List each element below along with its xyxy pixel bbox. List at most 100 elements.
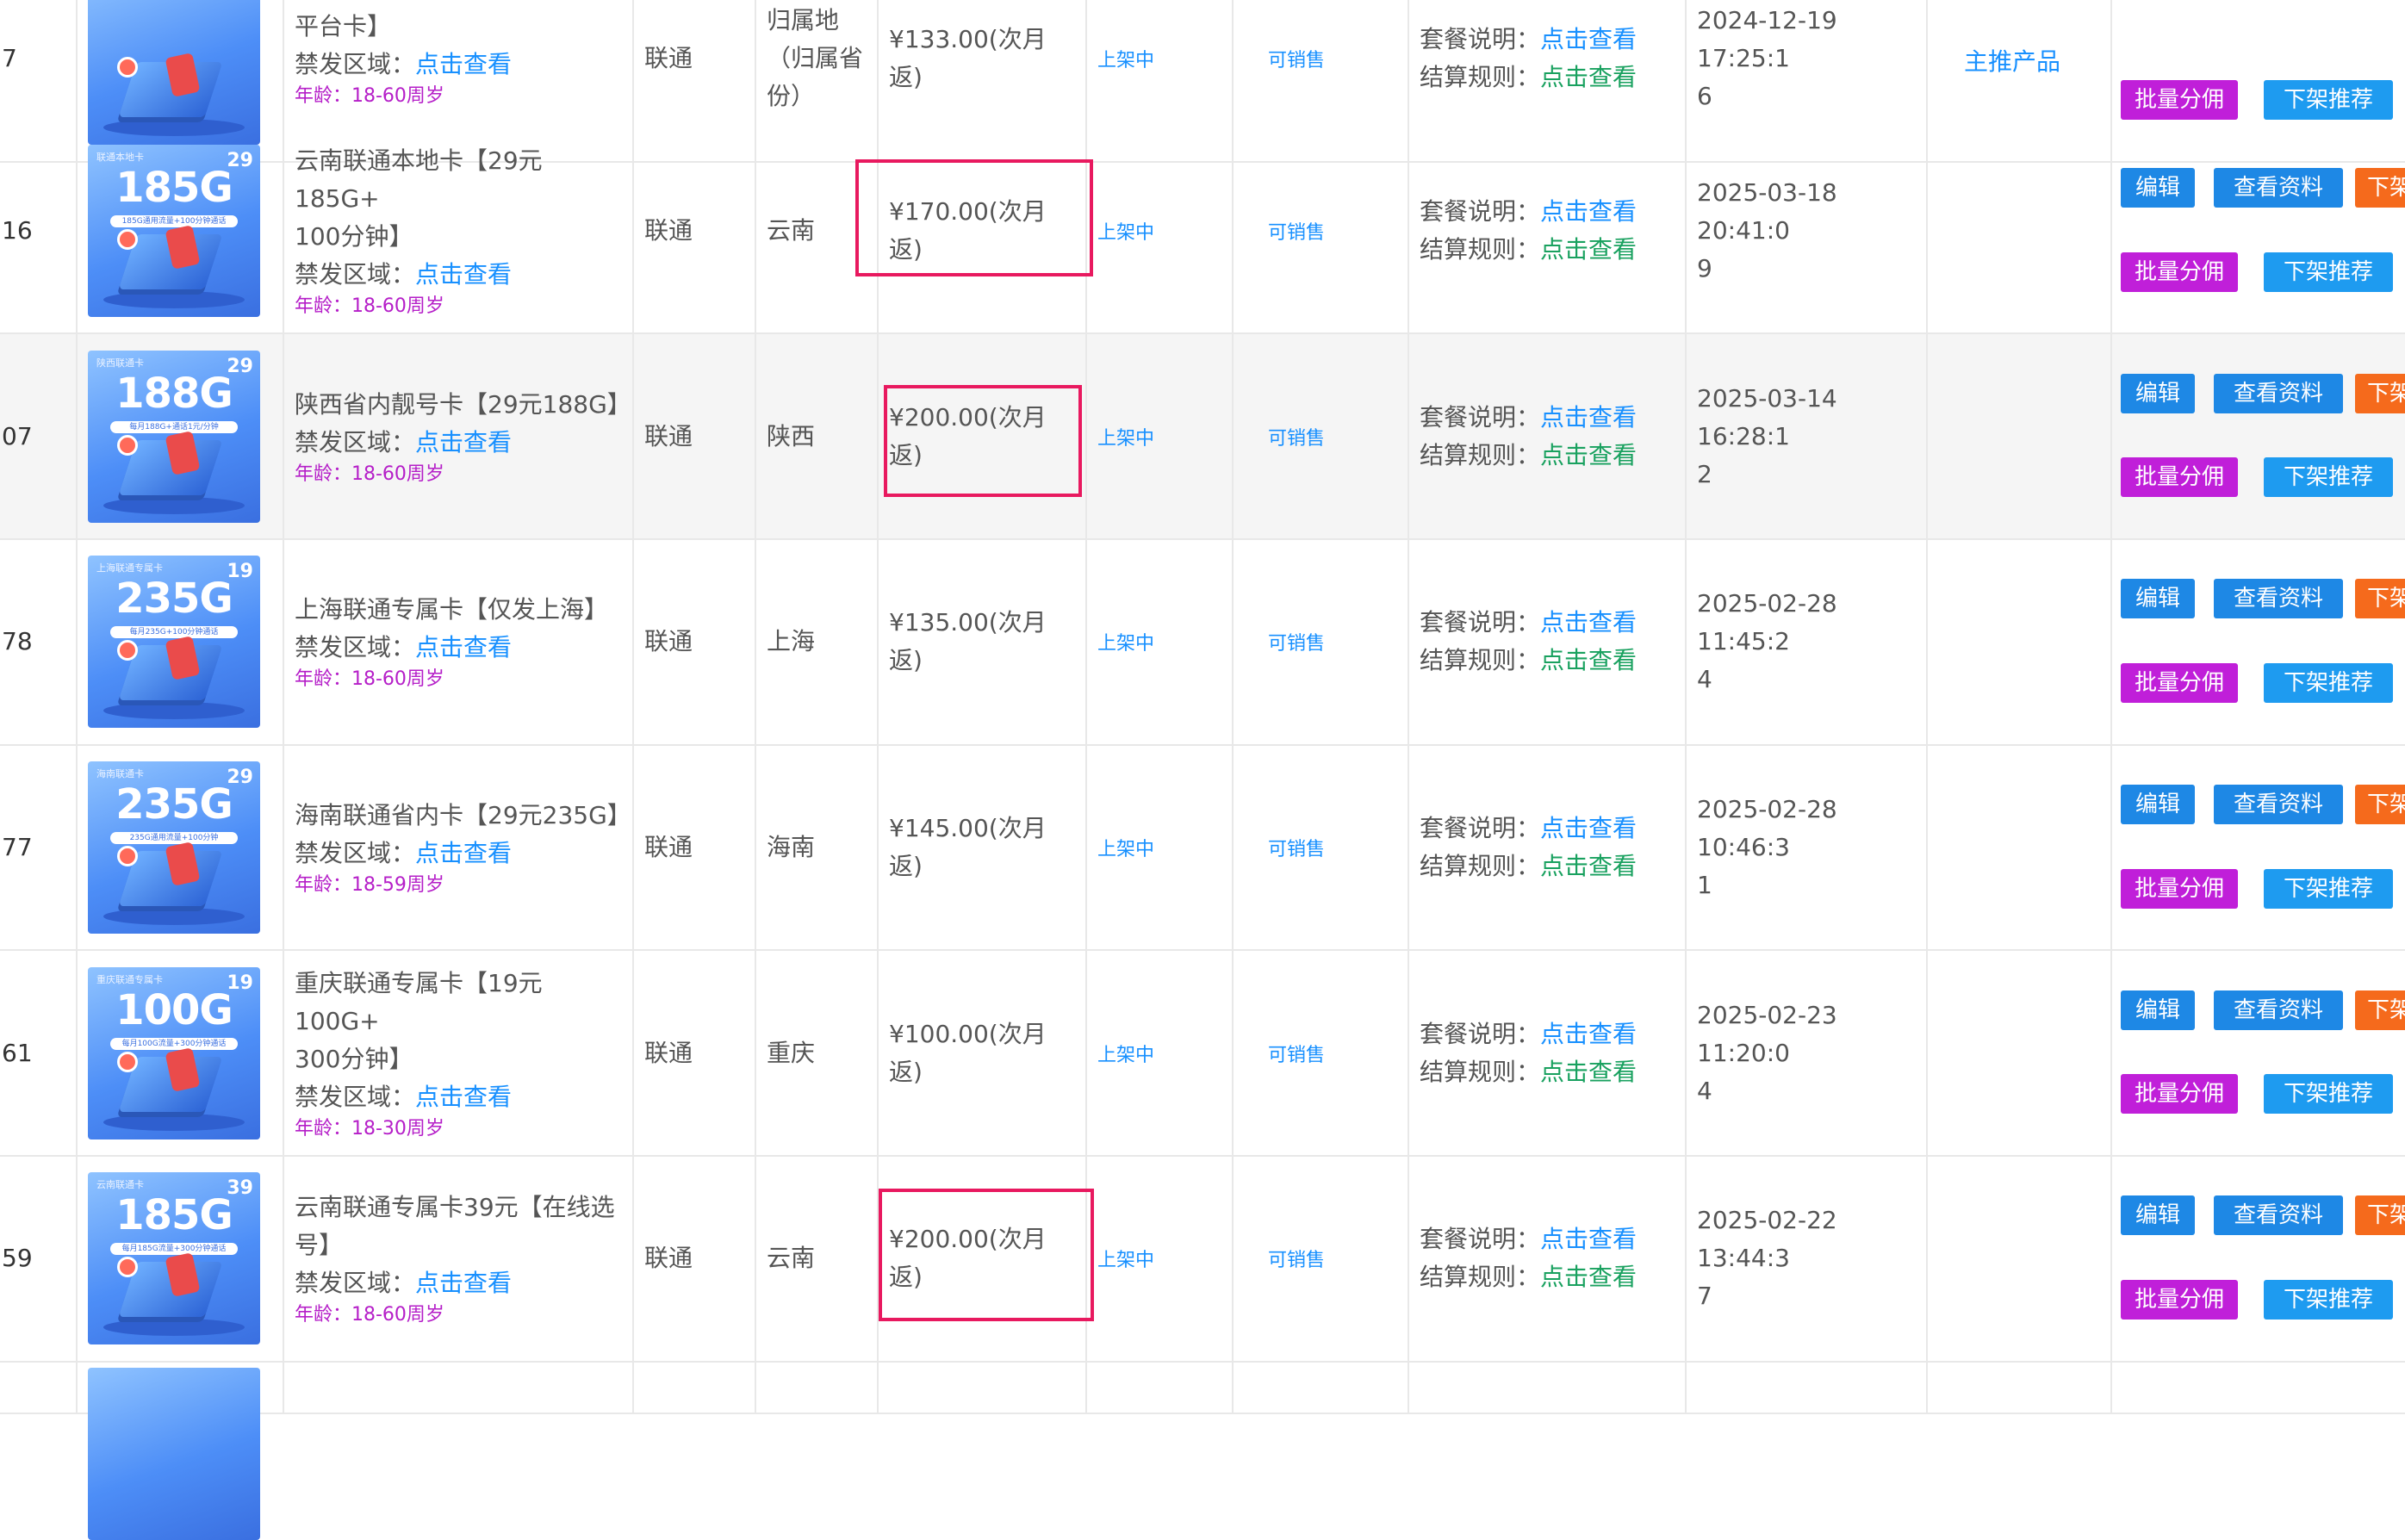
- view-details-button[interactable]: 查看资料: [2214, 1195, 2343, 1236]
- settle-rule-link[interactable]: 点击查看: [1540, 1263, 1637, 1291]
- batch-commission-button[interactable]: 批量分佣: [2121, 663, 2238, 704]
- plan-desc-link[interactable]: 点击查看: [1540, 814, 1637, 842]
- thumb-logo-text: 联通本地卡: [96, 151, 144, 163]
- main-product-cell: [1928, 128, 2112, 333]
- commission: ¥133.00(次月返): [889, 25, 1047, 92]
- listing-status: 上架中: [1097, 1250, 1155, 1272]
- sale-status: 可销售: [1268, 221, 1326, 244]
- remove-recommend-button[interactable]: 下架推荐: [2264, 663, 2393, 704]
- thumb-subtitle: 每月235G+100分钟通话: [110, 626, 238, 639]
- location-pin-icon: [117, 640, 138, 661]
- rules-cell: 套餐说明：点击查看 结算规则：点击查看: [1409, 951, 1687, 1155]
- take-down-button[interactable]: 下架: [2355, 373, 2405, 413]
- product-thumbnail[interactable]: 上海联通专属卡 19 235G 每月235G+100分钟通话: [88, 556, 260, 729]
- plan-desc-link[interactable]: 点击查看: [1540, 1020, 1637, 1048]
- settle-rule-link[interactable]: 点击查看: [1540, 441, 1637, 469]
- ban-region-link[interactable]: 点击查看: [415, 633, 512, 661]
- main-product-tag[interactable]: 主推产品: [1964, 43, 2060, 81]
- product-thumbnail[interactable]: 云南联通卡 39 185G 每月185G流量+300分钟通话: [88, 1172, 260, 1345]
- view-details-button[interactable]: 查看资料: [2214, 373, 2343, 413]
- name-block: 重庆联通专属卡【19元100G+ 300分钟】 禁发区域：点击查看 年龄：18-30周…: [284, 965, 632, 1142]
- view-details-button[interactable]: 查看资料: [2214, 990, 2343, 1030]
- ban-region-link[interactable]: 点击查看: [415, 839, 512, 867]
- region-block: 重庆: [756, 1034, 877, 1072]
- product-thumbnail[interactable]: 陕西联通卡 29 188G 每月188G+通话1元/分钟: [88, 350, 260, 523]
- ban-region-link[interactable]: 点击查看: [415, 1269, 512, 1297]
- batch-commission-button[interactable]: 批量分佣: [2121, 80, 2238, 121]
- ban-region-link[interactable]: 点击查看: [415, 50, 512, 78]
- ban-region-line: 禁发区域：点击查看: [295, 1264, 624, 1302]
- product-thumbnail[interactable]: 联通本地卡 29 185G 185G通用流量+100分钟通话: [88, 144, 260, 317]
- settle-rule-label: 结算规则：: [1420, 234, 1541, 264]
- thumb-subtitle: 每月188G+通话1元/分钟: [110, 420, 238, 433]
- edit-button[interactable]: 编辑: [2121, 990, 2195, 1030]
- created-time-line: 2025-02-28 10:46:3: [1697, 794, 1837, 861]
- actions-cell: 编辑 查看资料 下架批量分佣 下架推荐: [2112, 129, 2405, 333]
- image-cell: 陕西联通卡 29 188G 每月188G+通话1元/分钟: [78, 334, 284, 538]
- take-down-button[interactable]: 下架: [2355, 579, 2405, 619]
- time-block: 2025-02-23 11:20:0 4: [1687, 997, 1926, 1110]
- product-thumbnail[interactable]: [88, 1367, 260, 1540]
- name-block: 云南联通本地卡【29元185G+ 100分钟】 禁发区域：点击查看 年龄：18-60周…: [284, 142, 632, 320]
- product-thumbnail[interactable]: 靓号优享任意号: [88, 0, 260, 146]
- view-details-button[interactable]: 查看资料: [2214, 579, 2343, 619]
- ban-region-link[interactable]: 点击查看: [415, 428, 512, 456]
- ban-region-link[interactable]: 点击查看: [415, 1083, 512, 1111]
- settle-rule-link[interactable]: 点击查看: [1540, 646, 1637, 674]
- id-cell: 07: [0, 334, 78, 538]
- product-thumbnail[interactable]: 重庆联通专属卡 19 100G 每月100G流量+300分钟通话: [88, 966, 260, 1139]
- edit-button[interactable]: 编辑: [2121, 1195, 2195, 1236]
- region-block: 上海: [756, 623, 877, 661]
- remove-recommend-button[interactable]: 下架推荐: [2264, 457, 2393, 498]
- settle-rule-label: 结算规则：: [1420, 1263, 1541, 1292]
- plan-desc-line: 套餐说明：点击查看: [1420, 399, 1676, 437]
- take-down-button[interactable]: 下架: [2355, 784, 2405, 824]
- row-id: 16: [2, 215, 33, 245]
- operator: 联通: [644, 627, 693, 656]
- plan-desc-link[interactable]: 点击查看: [1540, 403, 1637, 432]
- thumb-data-amount: 185G: [115, 1191, 233, 1240]
- remove-recommend-button[interactable]: 下架推荐: [2264, 1074, 2393, 1115]
- created-time-line: 2025-02-22 13:44:3: [1697, 1206, 1837, 1273]
- product-name-line: 海南联通省内卡【29元235G】: [295, 800, 631, 829]
- plan-desc-link[interactable]: 点击查看: [1540, 1225, 1637, 1253]
- time-cell: 2025-02-28 11:45:2 4: [1687, 539, 1928, 744]
- batch-commission-button[interactable]: 批量分佣: [2121, 868, 2238, 909]
- plan-desc-link[interactable]: 点击查看: [1540, 25, 1637, 53]
- thumb-subtitle: 235G通用流量+100分钟: [110, 831, 238, 844]
- edit-button[interactable]: 编辑: [2121, 373, 2195, 413]
- plan-desc-link[interactable]: 点击查看: [1540, 197, 1637, 226]
- settle-rule-link[interactable]: 点击查看: [1540, 63, 1637, 91]
- remove-recommend-button[interactable]: 下架推荐: [2264, 251, 2393, 292]
- edit-button[interactable]: 编辑: [2121, 167, 2195, 208]
- region-line: 归属地: [767, 6, 840, 35]
- product-name-line: 陕西省内靓号卡【29元188G】: [295, 389, 631, 419]
- view-details-button[interactable]: 查看资料: [2214, 167, 2343, 208]
- location-pin-icon: [117, 57, 138, 78]
- edit-button[interactable]: 编辑: [2121, 579, 2195, 619]
- age-range: 年龄：18-60周岁: [295, 295, 444, 317]
- remove-recommend-button[interactable]: 下架推荐: [2264, 1280, 2393, 1320]
- take-down-button[interactable]: 下架: [2355, 990, 2405, 1030]
- batch-commission-button[interactable]: 批量分佣: [2121, 251, 2238, 292]
- product-name-line: 平台卡】: [295, 12, 392, 41]
- remove-recommend-button[interactable]: 下架推荐: [2264, 868, 2393, 909]
- view-details-button[interactable]: 查看资料: [2214, 784, 2343, 824]
- take-down-button[interactable]: 下架: [2355, 167, 2405, 208]
- ban-region-link[interactable]: 点击查看: [415, 260, 512, 289]
- edit-button[interactable]: 编辑: [2121, 784, 2195, 824]
- plan-desc-link[interactable]: 点击查看: [1540, 608, 1637, 636]
- batch-commission-button[interactable]: 批量分佣: [2121, 1074, 2238, 1115]
- settle-rule-link[interactable]: 点击查看: [1540, 1058, 1637, 1086]
- thumb-logo-text: 重庆联通专属卡: [96, 973, 163, 985]
- region-line: 上海: [767, 627, 816, 656]
- batch-commission-button[interactable]: 批量分佣: [2121, 1280, 2238, 1320]
- settle-rule-link[interactable]: 点击查看: [1540, 852, 1637, 880]
- product-thumbnail[interactable]: 海南联通卡 29 235G 235G通用流量+100分钟: [88, 761, 260, 934]
- take-down-button[interactable]: 下架: [2355, 1195, 2405, 1236]
- name-block: 陕西省内靓号卡【29元188G】 禁发区域：点击查看 年龄：18-60周岁: [284, 386, 632, 487]
- batch-commission-button[interactable]: 批量分佣: [2121, 457, 2238, 498]
- remove-recommend-button[interactable]: 下架推荐: [2264, 80, 2393, 121]
- commission: ¥135.00(次月返): [889, 608, 1047, 675]
- settle-rule-link[interactable]: 点击查看: [1540, 235, 1637, 264]
